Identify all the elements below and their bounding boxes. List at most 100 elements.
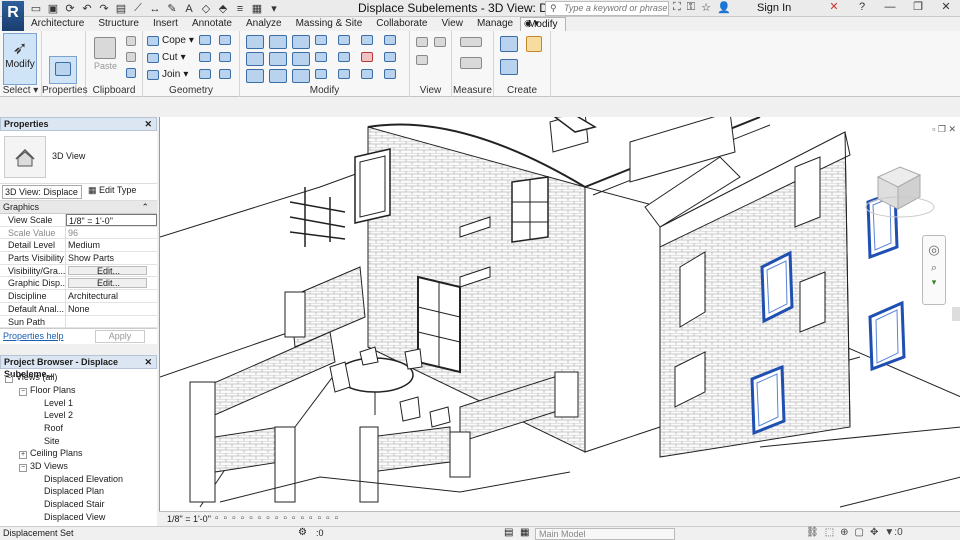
close-button[interactable]: ✕ [932,0,960,16]
wall-joins-icon[interactable] [199,69,211,79]
design-options-icon[interactable]: ▤ [504,527,513,538]
tab-massing-site[interactable]: Massing & Site [289,17,370,31]
create-group-icon[interactable] [500,59,518,75]
select-dropdown[interactable]: Select ▾ [0,85,41,96]
search-input[interactable]: ⚲ Type a keyword or phrase [545,1,669,16]
property-value[interactable]: 1/8" = 1'-0" [66,214,157,226]
shadows-icon[interactable]: ▫ [241,513,245,524]
sign-in-button[interactable]: Sign In [757,2,791,14]
remove-paint-icon[interactable] [219,69,231,79]
dimension-icon[interactable]: ↔ [149,3,161,15]
collapse-icon[interactable]: − [19,464,27,473]
edit-type-button[interactable]: ▦ Edit Type [88,185,136,196]
user-icon[interactable]: 👤 [717,1,731,14]
scrollbar[interactable] [952,307,960,321]
pin-icon[interactable] [384,35,396,45]
group-icon[interactable] [315,69,327,79]
section-icon[interactable]: ⬘ [217,2,229,15]
join-button[interactable]: Join ▾ [147,69,188,80]
property-value[interactable]: 96 [66,227,157,239]
override-graphics-icon[interactable] [434,37,446,47]
join-roof-icon[interactable] [219,35,231,45]
move-icon[interactable] [246,52,264,66]
modify-button[interactable]: ➶ Modify [3,33,37,85]
sun-path-icon[interactable]: ▫ [232,513,236,524]
thin-lines-icon[interactable]: ≡ [234,3,246,15]
horizontal-scrollbar[interactable] [259,512,960,526]
filter-icon[interactable]: ▼:0 [884,527,902,538]
select-pinned-icon[interactable]: ⊕ [840,527,848,538]
browser-node[interactable]: − Floor Plans [19,385,76,396]
restore-button[interactable]: ❐ [904,0,932,16]
cope-button[interactable]: Cope ▾ [147,35,194,46]
navigation-bar[interactable]: ◎ ⌕ ▾ [922,235,946,305]
redo-icon[interactable]: ↷ [98,2,110,15]
trim-icon[interactable] [292,52,310,66]
property-value[interactable]: Show Parts [66,252,157,264]
instance-selector[interactable]: 3D View: Displace ▾ [2,185,82,209]
create-assembly-icon[interactable] [500,36,518,52]
collapse-icon[interactable]: − [19,387,27,396]
property-value[interactable]: None [66,303,157,315]
3d-view-icon[interactable]: ◇ [200,2,212,15]
tab-manage[interactable]: Manage [470,17,520,31]
tab-collaborate[interactable]: Collaborate [369,17,434,31]
exchange-icon[interactable]: ✕ [820,0,848,16]
view-scale[interactable]: 1/8" = 1'-0" [167,514,211,524]
close-icon[interactable]: ✕ [144,118,152,130]
viewport-window-controls[interactable]: ▫ ❐ ✕ [932,124,956,135]
close-icon[interactable]: ✕ [144,356,152,368]
switch-windows-icon[interactable]: ▾ [268,2,280,15]
unpin-icon[interactable] [384,52,396,62]
browser-node[interactable]: Level 2 [33,410,73,420]
match-properties-icon[interactable] [126,68,136,78]
select-by-face-icon[interactable]: ▢ [855,527,864,538]
help-icon[interactable]: ? [848,0,876,16]
lock-icon[interactable] [361,69,373,79]
tab-analyze[interactable]: Analyze [239,17,289,31]
rotate-icon[interactable] [269,52,287,66]
linework-icon[interactable] [416,55,428,65]
property-value[interactable]: Medium [66,239,157,251]
detail-level-icon[interactable]: ▫ [215,513,219,524]
mirror-draw-icon[interactable] [315,35,327,45]
tab-structure[interactable]: Structure [91,17,146,31]
properties-help-link[interactable]: Properties help [3,331,64,341]
split-face-icon[interactable] [199,35,211,45]
browser-node[interactable]: Displaced View [33,512,105,522]
measure-icon[interactable]: ⟋ [132,2,144,15]
ribbon-minimize-icon[interactable]: ◉ ▾ [524,18,539,29]
expand-icon[interactable]: + [19,451,27,460]
browser-node[interactable]: Displaced Stair [33,499,105,509]
browser-node[interactable]: Site [33,436,60,446]
worksets-icon[interactable]: ⚙ [298,527,307,538]
tag-icon[interactable]: ✎ [166,2,178,15]
open-icon[interactable]: ▭ [30,2,42,15]
graphics-group[interactable]: Graphics ⌃ [0,201,157,214]
tab-annotate[interactable]: Annotate [185,17,239,31]
tab-view[interactable]: View [434,17,470,31]
delete-icon[interactable] [361,52,373,62]
paint-icon[interactable] [199,52,211,62]
mirror-axis-icon[interactable] [292,35,310,49]
undo-icon[interactable]: ↶ [81,2,93,15]
measure-icon[interactable] [460,37,482,47]
print-icon[interactable]: ▤ [115,2,127,15]
browser-node[interactable]: −3D Views [19,461,68,473]
properties-button[interactable] [49,56,77,84]
create-parts-icon[interactable] [526,36,542,52]
cut-geometry-button[interactable]: Cut ▾ [147,52,186,63]
copy-tool-icon[interactable] [338,35,350,45]
favorites-icon[interactable]: ☆ [701,1,711,14]
hide-icon[interactable] [416,37,428,47]
binoculars-icon[interactable]: ⛶ [673,1,681,14]
browser-node[interactable]: + Ceiling Plans [19,448,83,460]
scale-icon[interactable] [338,52,350,62]
close-hidden-icon[interactable]: ▦ [251,2,263,15]
aligned-dimension-icon[interactable] [460,57,482,69]
browser-node[interactable]: Roof [33,423,63,433]
tab-insert[interactable]: Insert [146,17,185,31]
active-only-icon[interactable]: ▦ [520,527,529,538]
steering-wheel-icon[interactable]: ◎ [923,242,945,258]
clear-icon[interactable] [384,69,396,79]
